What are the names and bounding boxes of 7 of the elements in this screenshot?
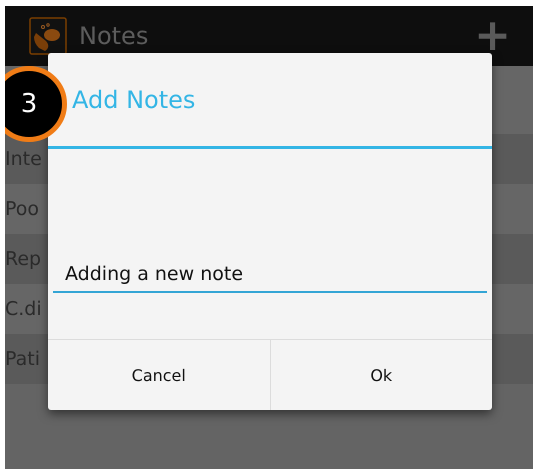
cancel-button[interactable]: Cancel <box>48 340 270 410</box>
note-title: C.di <box>5 298 42 320</box>
note-input-field[interactable]: Adding a new note <box>53 259 487 293</box>
ok-button[interactable]: Ok <box>270 340 492 410</box>
note-title: Poo <box>5 198 40 220</box>
app-title: Notes <box>79 22 150 50</box>
dialog-title: Add Notes <box>72 86 196 114</box>
